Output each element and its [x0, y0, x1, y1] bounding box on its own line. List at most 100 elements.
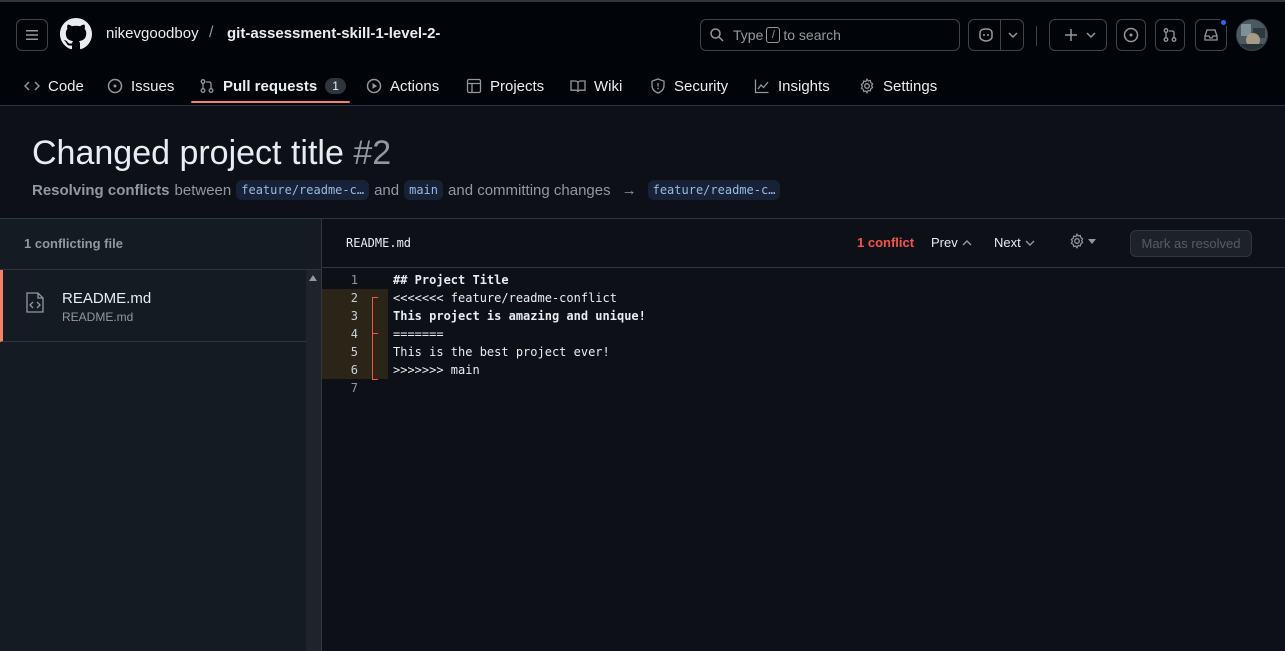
- plus-icon: [1065, 29, 1077, 41]
- editor-settings-button[interactable]: [1069, 233, 1096, 249]
- conflicting-files-heading: 1 conflicting file: [0, 219, 321, 270]
- avatar[interactable]: [1236, 19, 1268, 51]
- line-number: 1: [350, 273, 358, 287]
- tab-label: Code: [48, 77, 84, 95]
- tab-label: Insights: [778, 77, 830, 95]
- global-header: nikevgoodboy / git-assessment-skill-1-le…: [0, 0, 1285, 106]
- sidebar-scrollbar[interactable]: [306, 270, 321, 651]
- search-placeholder-prefix: Type: [733, 27, 764, 43]
- scroll-up-arrow-icon[interactable]: [309, 275, 317, 281]
- tab-settings[interactable]: Settings: [859, 66, 937, 106]
- chevron-down-icon: [1086, 32, 1096, 38]
- copilot-button[interactable]: [968, 19, 1024, 51]
- next-conflict-button[interactable]: Next: [994, 235, 1035, 250]
- chevron-up-icon: [962, 239, 972, 245]
- mark-as-resolved-button[interactable]: Mark as resolved: [1130, 230, 1252, 257]
- between-text: between: [174, 181, 232, 199]
- conflict-bracket-tick: [372, 297, 378, 298]
- graph-icon: [754, 79, 769, 94]
- tab-label: Wiki: [594, 77, 623, 95]
- tab-projects[interactable]: Projects: [466, 66, 544, 106]
- committing-text: and committing changes: [448, 181, 611, 199]
- target-branch-label[interactable]: feature/readme-c…: [647, 180, 781, 200]
- play-icon: [366, 78, 382, 94]
- prev-conflict-button[interactable]: Prev: [931, 235, 972, 250]
- gear-icon: [860, 78, 874, 94]
- tab-actions[interactable]: Actions: [366, 66, 439, 106]
- inbox-icon: [1204, 29, 1218, 41]
- line-number: 7: [350, 381, 358, 395]
- base-branch-label[interactable]: main: [404, 180, 444, 200]
- conflict-bracket-tick: [372, 379, 378, 380]
- tab-label: Issues: [131, 77, 175, 95]
- issues-shortcut-button[interactable]: [1116, 19, 1146, 51]
- status-text: Resolving conflicts: [32, 181, 170, 199]
- tab-issues[interactable]: Issues: [107, 66, 174, 106]
- head-branch-label[interactable]: feature/readme-c…: [236, 180, 370, 200]
- header-divider: [1036, 26, 1037, 46]
- tab-security[interactable]: Security: [650, 66, 728, 106]
- top-bar: nikevgoodboy / git-assessment-skill-1-le…: [0, 2, 1285, 66]
- caret-down-icon: [1088, 238, 1096, 244]
- hamburger-icon: [26, 30, 38, 40]
- line-text: This is the best project ever!: [393, 345, 610, 359]
- line-text: >>>>>>> main: [393, 363, 480, 377]
- search-shortcut-key: /: [766, 27, 781, 43]
- editor-filename: README.md: [346, 236, 412, 250]
- github-logo-icon[interactable]: [60, 18, 92, 50]
- tab-wiki[interactable]: Wiki: [570, 66, 622, 106]
- search-input[interactable]: Type / to search: [700, 19, 960, 51]
- tab-pull-requests[interactable]: Pull requests 1: [199, 66, 346, 106]
- copilot-icon: [979, 28, 993, 42]
- pr-number: #2: [353, 134, 392, 172]
- chevron-down-icon[interactable]: [1008, 32, 1018, 38]
- shield-icon: [651, 78, 665, 94]
- arrow-right-icon: →: [621, 181, 637, 199]
- conflict-bracket-tick: [372, 333, 378, 334]
- breadcrumb-separator: /: [209, 24, 214, 41]
- line-text: <<<<<<< feature/readme-conflict: [393, 291, 617, 305]
- prev-label: Prev: [931, 235, 958, 250]
- tab-insights[interactable]: Insights: [754, 66, 830, 106]
- issue-icon: [1123, 27, 1139, 43]
- tab-label: Pull requests: [223, 77, 318, 95]
- active-tab-indicator: [191, 101, 350, 103]
- issue-icon: [107, 78, 123, 94]
- line-text: This project is amazing and unique!: [393, 309, 646, 323]
- book-icon: [570, 80, 586, 93]
- chevron-down-icon: [1025, 240, 1035, 246]
- line-text: =======: [393, 327, 444, 341]
- tab-label: Settings: [883, 77, 938, 95]
- file-name: README.md: [62, 290, 152, 307]
- file-code-icon: [26, 292, 44, 313]
- code-line-conflict: 3 This project is amazing and unique!: [322, 307, 1285, 325]
- pull-requests-shortcut-button[interactable]: [1155, 19, 1185, 51]
- tab-label: Actions: [390, 77, 440, 95]
- and-text: and: [374, 181, 400, 199]
- pull-request-icon: [200, 79, 214, 93]
- editor-toolbar: README.md 1 conflict Prev Next Mark as r…: [322, 219, 1285, 268]
- notification-dot: [1219, 18, 1228, 27]
- table-icon: [466, 78, 482, 94]
- tab-label: Projects: [490, 77, 545, 95]
- code-area[interactable]: 1 ## Project Title 2 <<<<<<< feature/rea…: [322, 271, 1285, 397]
- page-title: Changed project title #2: [32, 134, 391, 173]
- code-line-conflict: 4 =======: [322, 325, 1285, 343]
- repo-owner-link[interactable]: nikevgoodboy: [106, 25, 199, 42]
- create-new-button[interactable]: [1049, 19, 1107, 51]
- conflicting-file-item[interactable]: README.md README.md: [0, 270, 306, 342]
- conflict-count: 1 conflict: [857, 235, 915, 250]
- code-line-conflict: 2 <<<<<<< feature/readme-conflict: [322, 289, 1285, 307]
- code-line-conflict: 6 >>>>>>> main: [322, 361, 1285, 379]
- copilot-divider: [1000, 20, 1001, 50]
- code-icon: [24, 81, 40, 91]
- search-icon: [710, 28, 724, 42]
- next-label: Next: [994, 235, 1021, 250]
- pull-request-icon: [1163, 28, 1177, 42]
- pr-title: Changed project title: [32, 134, 344, 172]
- user-avatar-image: [1237, 20, 1267, 50]
- menu-button[interactable]: [16, 19, 48, 51]
- tab-label: Security: [674, 77, 729, 95]
- tab-code[interactable]: Code: [24, 66, 84, 106]
- repo-name-link[interactable]: git-assessment-skill-1-level-2-: [227, 25, 440, 42]
